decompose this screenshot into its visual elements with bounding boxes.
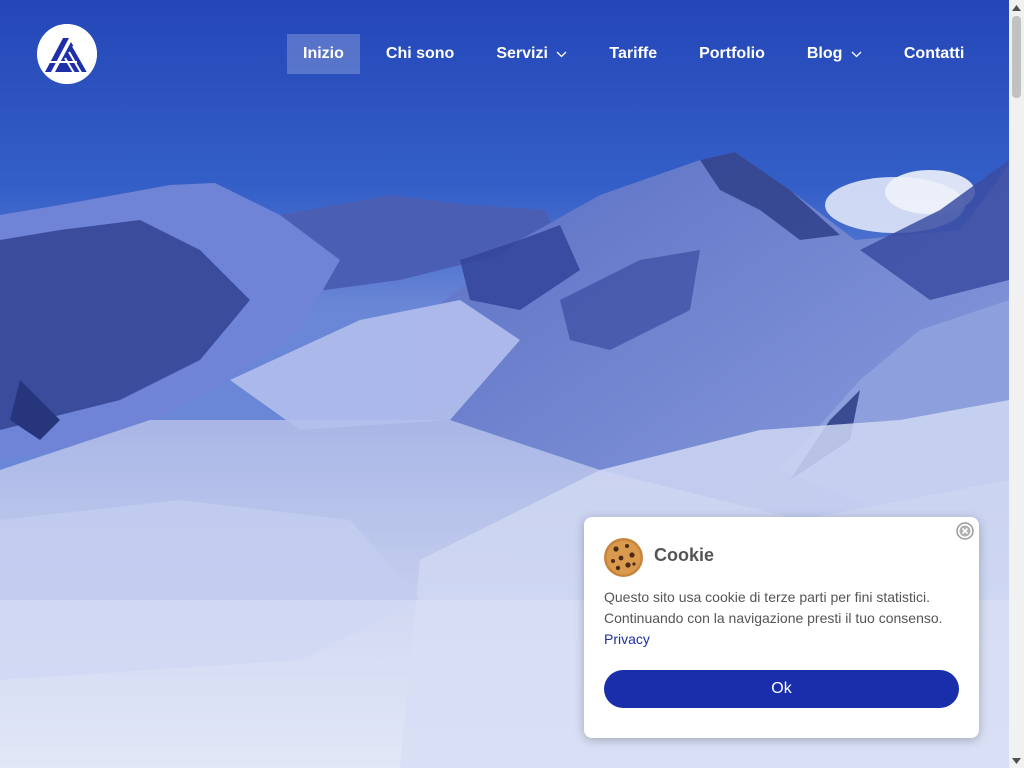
ok-button[interactable]: Ok [604, 670, 959, 708]
cookie-text-line: Questo sito usa cookie di terze parti pe… [604, 589, 931, 605]
chevron-down-icon [851, 34, 862, 74]
page-viewport: Inizio Chi sono Servizi Tariffe Portfoli… [0, 0, 1009, 768]
nav-item-chi-sono[interactable]: Chi sono [370, 34, 470, 74]
nav-item-label: Portfolio [699, 45, 765, 62]
chevron-down-icon [556, 34, 567, 74]
mountain-logo-icon [37, 24, 97, 84]
privacy-link[interactable]: Privacy [604, 631, 650, 647]
site-logo[interactable] [37, 24, 97, 84]
vertical-scrollbar[interactable] [1009, 0, 1024, 768]
nav-item-blog[interactable]: Blog [791, 34, 878, 74]
main-navigation: Inizio Chi sono Servizi Tariffe Portfoli… [287, 34, 990, 74]
nav-item-label: Inizio [303, 45, 344, 62]
nav-item-label: Servizi [496, 45, 548, 63]
close-icon[interactable] [956, 522, 974, 540]
nav-item-label: Tariffe [609, 45, 658, 62]
scroll-down-arrow-icon[interactable] [1009, 753, 1024, 768]
cookie-title: Cookie [654, 545, 715, 565]
cookie-banner: Cookie Questo sito usa cookie di terze p… [584, 517, 979, 738]
nav-item-label: Chi sono [385, 45, 455, 62]
nav-item-contatti[interactable]: Contatti [888, 34, 980, 74]
cookie-text-line: Continuando con la navigazione presti il… [604, 610, 943, 626]
nav-item-tariffe[interactable]: Tariffe [593, 34, 673, 74]
scroll-up-arrow-icon[interactable] [1009, 0, 1024, 15]
nav-item-inizio[interactable]: Inizio [287, 34, 360, 74]
scrollbar-thumb[interactable] [1012, 16, 1021, 98]
nav-item-servizi[interactable]: Servizi [480, 34, 583, 74]
nav-item-label: Blog [806, 45, 843, 63]
nav-item-label: Contatti [903, 45, 965, 62]
nav-item-portfolio[interactable]: Portfolio [683, 34, 781, 74]
cookie-icon [603, 537, 644, 578]
cookie-message: Questo sito usa cookie di terze parti pe… [604, 587, 964, 650]
